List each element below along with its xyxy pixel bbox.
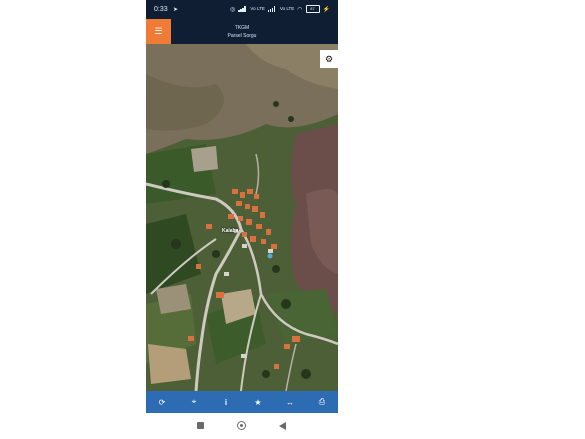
print-button[interactable]: ⎙ <box>313 393 331 411</box>
play-icon: ➤ <box>173 7 179 13</box>
measure-icon: ↔ <box>286 397 294 407</box>
info-button[interactable]: i <box>217 393 235 411</box>
recent-apps-icon[interactable] <box>197 422 204 429</box>
app-bar: ☰ TKGM Parsel Sorgu <box>146 19 338 44</box>
bottom-toolbar: ⟳ ⌖ i ★ ↔ ⎙ <box>146 391 338 413</box>
satellite-map[interactable]: Kalaba ⚙ <box>146 44 338 391</box>
info-icon: i <box>224 397 228 407</box>
signal-icon <box>267 6 277 12</box>
map-settings-button[interactable]: ⚙ <box>320 50 338 68</box>
volte-label: Vo LTE <box>279 6 295 11</box>
menu-button[interactable]: ☰ <box>146 19 171 44</box>
refresh-button[interactable]: ⟳ <box>153 393 171 411</box>
locate-button[interactable]: ⌖ <box>185 393 203 411</box>
charging-icon: ⚡ <box>322 6 330 13</box>
wifi-icon: ◠ <box>297 6 303 13</box>
app-subtitle: Parsel Sorgu <box>227 33 257 39</box>
star-icon: ★ <box>254 397 262 407</box>
sync-circle-icon: ◎ <box>230 6 236 13</box>
print-icon: ⎙ <box>318 397 326 406</box>
gear-icon: ⚙ <box>324 53 334 64</box>
village-label: Kalaba <box>222 228 239 234</box>
battery-icon: 87 <box>305 5 320 13</box>
phone-screen: 0:33 ➤ ◎ Vo LTE Vo LTE ◠ 87 ⚡ ☰ TKGM Par… <box>146 0 338 439</box>
signal-icon <box>238 6 247 12</box>
satellite-imagery <box>146 44 338 391</box>
volte-label: Vo LTE <box>250 6 265 11</box>
back-icon[interactable] <box>279 422 286 430</box>
app-title: TKGM <box>234 25 250 31</box>
status-icons: ◎ Vo LTE Vo LTE ◠ 87 ⚡ <box>230 5 330 13</box>
measure-button[interactable]: ↔ <box>281 393 299 411</box>
system-nav-bar <box>146 413 338 439</box>
locate-icon: ⌖ <box>191 397 197 406</box>
home-icon[interactable] <box>237 421 246 430</box>
refresh-icon: ⟳ <box>158 397 166 407</box>
status-bar: 0:33 ➤ ◎ Vo LTE Vo LTE ◠ 87 ⚡ <box>146 0 338 19</box>
status-time: 0:33 <box>154 6 168 13</box>
favorite-button[interactable]: ★ <box>249 393 267 411</box>
